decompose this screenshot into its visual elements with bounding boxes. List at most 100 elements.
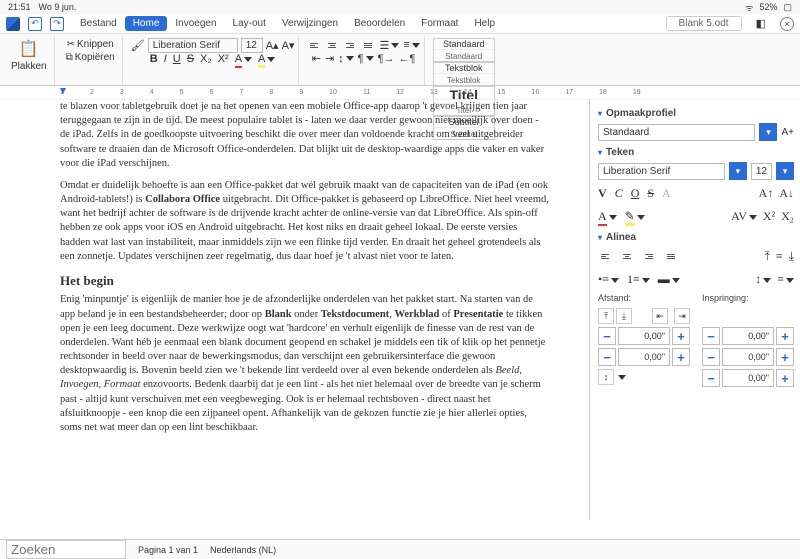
indent-before-plus[interactable]: + [776,327,794,345]
undo-button[interactable]: ↶ [28,17,42,31]
format-sidebar: Opmaakprofiel Standaard ▾ A+ Teken Liber… [590,100,800,520]
sb-bgcolor[interactable]: ▬ [658,272,680,287]
sb-align-left[interactable] [598,250,612,264]
indent-after-minus[interactable]: − [702,348,720,366]
space-above-plus[interactable]: + [672,327,690,345]
sidebar-strike[interactable]: S [647,186,654,201]
sb-bullets[interactable]: •≡ [598,272,619,287]
horizontal-ruler[interactable]: 12345678910111213141516171819 [0,86,800,100]
sidebar-fontsize-arrow[interactable]: ▾ [776,162,794,180]
sidebar-font-dropdown[interactable]: Liberation Serif [598,163,725,180]
close-button[interactable]: × [780,17,794,31]
numbering-button[interactable]: ≡ [403,39,419,51]
app-logo[interactable] [6,17,20,31]
font-color-button[interactable]: A [235,53,252,65]
document-canvas[interactable]: te blazen voor tabletgebruik doet je na … [0,100,590,520]
sb-align-justify[interactable] [664,250,678,264]
align-right-button[interactable] [343,38,357,52]
menu-home[interactable]: Home [125,16,168,31]
panel-teken[interactable]: Teken [598,143,794,160]
line-spacing-button[interactable]: ↕ [338,53,354,65]
panel-alinea[interactable]: Alinea [598,228,794,245]
align-center-button[interactable] [325,38,339,52]
sidebar-shadow[interactable]: A [662,186,671,201]
align-left-button[interactable] [307,38,321,52]
indent-after-plus[interactable]: + [776,348,794,366]
format-paintbrush-icon[interactable]: 🖌 [131,39,145,52]
language-indicator[interactable]: Nederlands (NL) [210,545,276,555]
indent-after-value[interactable]: 0,00" [722,348,774,366]
style-tekstblok[interactable]: TekstblokTekstblok [433,62,495,86]
panel-opmaakprofiel[interactable]: Opmaakprofiel [598,104,794,121]
space-below-plus[interactable]: + [672,348,690,366]
wifi-icon: ᯤ [745,1,753,14]
grow-font-button[interactable]: A▴ [266,39,279,52]
style-standaard[interactable]: StandaardStandaard [433,38,495,62]
sidebar-bold[interactable]: V [598,186,607,201]
outdent-button[interactable]: ⇤ [312,52,321,65]
italic-button[interactable]: I [164,53,167,65]
new-style-button[interactable]: A+ [781,127,794,138]
space-below-minus[interactable]: − [598,348,616,366]
menu-invoegen[interactable]: Invoegen [167,16,224,31]
paragraph: Enig 'minpuntje' is eigenlijk de manier … [60,293,549,435]
strike-button[interactable]: S [187,53,194,65]
ipad-status-bar: 21:51 Wo 9 jun. ᯤ 52% ▢ [0,0,800,14]
indent-button[interactable]: ⇥ [325,52,334,65]
align-justify-button[interactable] [361,38,375,52]
bullets-button[interactable]: ☰ [379,39,399,52]
sidebar-font-arrow[interactable]: ▾ [729,162,747,180]
indent-before-value[interactable]: 0,00" [722,327,774,345]
menu-bestand[interactable]: Bestand [72,16,125,31]
space-below-value[interactable]: 0,00" [618,348,670,366]
underline-button[interactable]: U [173,53,181,65]
style-dropdown[interactable]: Standaard [598,124,755,141]
subscript-button[interactable]: X₂ [200,53,212,65]
copy-button[interactable]: ⧉ Kopiëren [63,51,118,64]
sidebar-italic[interactable]: C [615,186,623,201]
sb-valign-top[interactable]: ⤒ [765,249,770,264]
highlight-button[interactable]: A [258,53,275,65]
font-name-dropdown[interactable]: Liberation Serif [148,38,238,53]
space-above-minus[interactable]: − [598,327,616,345]
menu-beoordelen[interactable]: Beoordelen [346,16,413,31]
indent-before-minus[interactable]: − [702,327,720,345]
sb-valign-middle[interactable]: ≡ [776,249,783,264]
sidebar-toggle-icon[interactable]: ◧ [756,17,766,30]
cut-button[interactable]: ✂ Knippen [64,38,117,51]
para-spacing-button[interactable]: ¶ [358,53,374,65]
sidebar-highlight[interactable]: ✎ [625,209,645,224]
sidebar-underline[interactable]: O [631,186,640,201]
shrink-font-button[interactable]: A▾ [282,39,295,52]
indent-first-plus[interactable]: + [776,369,794,387]
sidebar-grow-font[interactable]: A↑ [759,186,774,201]
sidebar-subscript[interactable]: X₂ [781,209,794,224]
menu-help[interactable]: Help [466,16,503,31]
sidebar-shrink-font[interactable]: A↓ [779,186,794,201]
sidebar-font-color[interactable]: A [598,209,617,224]
search-input[interactable] [6,540,126,559]
superscript-button[interactable]: X² [218,53,229,65]
paste-button[interactable]: 📋 Plakken [8,38,50,73]
bold-button[interactable]: B [150,53,158,65]
sidebar-superscript[interactable]: X² [763,209,775,224]
sb-para-spacing[interactable]: ↕ [755,272,771,287]
menu-formaat[interactable]: Formaat [413,16,466,31]
sb-valign-bottom[interactable]: ⤓ [789,249,794,264]
style-dropdown-arrow[interactable]: ▾ [759,123,777,141]
sb-line-spacing[interactable]: ≡ [777,272,794,287]
sidebar-fontsize[interactable]: 12 [751,163,772,180]
sb-numbering[interactable]: 1≡ [627,272,650,287]
menu-layout[interactable]: Lay-out [225,16,274,31]
redo-button[interactable]: ↷ [50,17,64,31]
sidebar-char-spacing[interactable]: A͏V [731,209,757,224]
font-size-dropdown[interactable]: 12 [241,38,263,53]
rtl-button[interactable]: ←¶ [399,53,416,65]
space-above-value[interactable]: 0,00" [618,327,670,345]
menu-verwijzingen[interactable]: Verwijzingen [274,16,346,31]
ltr-button[interactable]: ¶→ [378,53,395,65]
sb-align-center[interactable] [620,250,634,264]
indent-first-value[interactable]: 0,00" [722,369,774,387]
indent-first-minus[interactable]: − [702,369,720,387]
sb-align-right[interactable] [642,250,656,264]
